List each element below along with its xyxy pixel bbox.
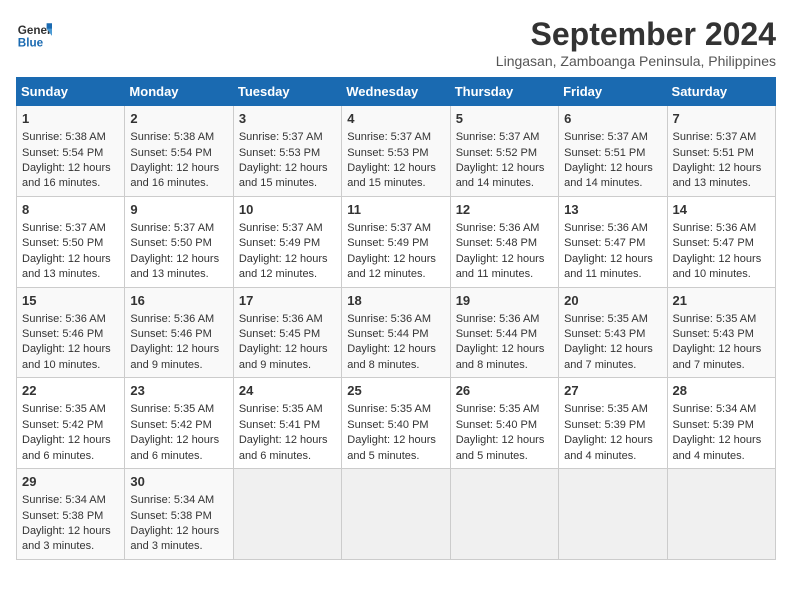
calendar-cell-8: 8Sunrise: 5:37 AMSunset: 5:50 PMDaylight… — [17, 196, 125, 287]
calendar-cell-empty — [342, 469, 450, 560]
calendar-cell-12: 12Sunrise: 5:36 AMSunset: 5:48 PMDayligh… — [450, 196, 558, 287]
day-number: 14 — [673, 201, 770, 219]
col-header-tuesday: Tuesday — [233, 78, 341, 106]
calendar-week-4: 22Sunrise: 5:35 AMSunset: 5:42 PMDayligh… — [17, 378, 776, 469]
day-number: 30 — [130, 473, 227, 491]
title-area: September 2024 Lingasan, Zamboanga Penin… — [496, 16, 776, 69]
calendar-cell-11: 11Sunrise: 5:37 AMSunset: 5:49 PMDayligh… — [342, 196, 450, 287]
day-number: 9 — [130, 201, 227, 219]
calendar-week-5: 29Sunrise: 5:34 AMSunset: 5:38 PMDayligh… — [17, 469, 776, 560]
calendar-cell-24: 24Sunrise: 5:35 AMSunset: 5:41 PMDayligh… — [233, 378, 341, 469]
day-number: 17 — [239, 292, 336, 310]
calendar-cell-16: 16Sunrise: 5:36 AMSunset: 5:46 PMDayligh… — [125, 287, 233, 378]
day-number: 23 — [130, 382, 227, 400]
calendar-week-2: 8Sunrise: 5:37 AMSunset: 5:50 PMDaylight… — [17, 196, 776, 287]
location: Lingasan, Zamboanga Peninsula, Philippin… — [496, 53, 776, 69]
calendar-cell-2: 2Sunrise: 5:38 AMSunset: 5:54 PMDaylight… — [125, 106, 233, 197]
calendar-cell-18: 18Sunrise: 5:36 AMSunset: 5:44 PMDayligh… — [342, 287, 450, 378]
calendar-cell-1: 1Sunrise: 5:38 AMSunset: 5:54 PMDaylight… — [17, 106, 125, 197]
calendar-cell-empty — [450, 469, 558, 560]
day-number: 4 — [347, 110, 444, 128]
calendar-cell-13: 13Sunrise: 5:36 AMSunset: 5:47 PMDayligh… — [559, 196, 667, 287]
col-header-sunday: Sunday — [17, 78, 125, 106]
day-number: 6 — [564, 110, 661, 128]
calendar-cell-empty — [559, 469, 667, 560]
calendar-week-1: 1Sunrise: 5:38 AMSunset: 5:54 PMDaylight… — [17, 106, 776, 197]
day-number: 20 — [564, 292, 661, 310]
calendar-cell-23: 23Sunrise: 5:35 AMSunset: 5:42 PMDayligh… — [125, 378, 233, 469]
calendar-cell-28: 28Sunrise: 5:34 AMSunset: 5:39 PMDayligh… — [667, 378, 775, 469]
calendar-week-3: 15Sunrise: 5:36 AMSunset: 5:46 PMDayligh… — [17, 287, 776, 378]
col-header-thursday: Thursday — [450, 78, 558, 106]
day-number: 3 — [239, 110, 336, 128]
col-header-wednesday: Wednesday — [342, 78, 450, 106]
calendar-cell-6: 6Sunrise: 5:37 AMSunset: 5:51 PMDaylight… — [559, 106, 667, 197]
calendar-cell-14: 14Sunrise: 5:36 AMSunset: 5:47 PMDayligh… — [667, 196, 775, 287]
calendar-cell-26: 26Sunrise: 5:35 AMSunset: 5:40 PMDayligh… — [450, 378, 558, 469]
day-number: 7 — [673, 110, 770, 128]
calendar-cell-empty — [233, 469, 341, 560]
day-number: 29 — [22, 473, 119, 491]
header-row: SundayMondayTuesdayWednesdayThursdayFrid… — [17, 78, 776, 106]
calendar-cell-22: 22Sunrise: 5:35 AMSunset: 5:42 PMDayligh… — [17, 378, 125, 469]
day-number: 15 — [22, 292, 119, 310]
day-number: 25 — [347, 382, 444, 400]
day-number: 28 — [673, 382, 770, 400]
calendar-cell-10: 10Sunrise: 5:37 AMSunset: 5:49 PMDayligh… — [233, 196, 341, 287]
calendar-cell-15: 15Sunrise: 5:36 AMSunset: 5:46 PMDayligh… — [17, 287, 125, 378]
day-number: 26 — [456, 382, 553, 400]
col-header-friday: Friday — [559, 78, 667, 106]
calendar-cell-9: 9Sunrise: 5:37 AMSunset: 5:50 PMDaylight… — [125, 196, 233, 287]
day-number: 8 — [22, 201, 119, 219]
day-number: 24 — [239, 382, 336, 400]
calendar-cell-17: 17Sunrise: 5:36 AMSunset: 5:45 PMDayligh… — [233, 287, 341, 378]
calendar-cell-empty — [667, 469, 775, 560]
day-number: 16 — [130, 292, 227, 310]
calendar-cell-20: 20Sunrise: 5:35 AMSunset: 5:43 PMDayligh… — [559, 287, 667, 378]
calendar-cell-7: 7Sunrise: 5:37 AMSunset: 5:51 PMDaylight… — [667, 106, 775, 197]
col-header-saturday: Saturday — [667, 78, 775, 106]
calendar-cell-3: 3Sunrise: 5:37 AMSunset: 5:53 PMDaylight… — [233, 106, 341, 197]
day-number: 2 — [130, 110, 227, 128]
calendar-cell-5: 5Sunrise: 5:37 AMSunset: 5:52 PMDaylight… — [450, 106, 558, 197]
calendar-table: SundayMondayTuesdayWednesdayThursdayFrid… — [16, 77, 776, 560]
calendar-cell-21: 21Sunrise: 5:35 AMSunset: 5:43 PMDayligh… — [667, 287, 775, 378]
day-number: 11 — [347, 201, 444, 219]
logo: General Blue — [16, 16, 52, 52]
calendar-cell-4: 4Sunrise: 5:37 AMSunset: 5:53 PMDaylight… — [342, 106, 450, 197]
day-number: 18 — [347, 292, 444, 310]
day-number: 5 — [456, 110, 553, 128]
col-header-monday: Monday — [125, 78, 233, 106]
page-header: General Blue September 2024 Lingasan, Za… — [16, 16, 776, 69]
day-number: 22 — [22, 382, 119, 400]
calendar-cell-19: 19Sunrise: 5:36 AMSunset: 5:44 PMDayligh… — [450, 287, 558, 378]
day-number: 13 — [564, 201, 661, 219]
day-number: 19 — [456, 292, 553, 310]
logo-icon: General Blue — [16, 16, 52, 52]
calendar-cell-27: 27Sunrise: 5:35 AMSunset: 5:39 PMDayligh… — [559, 378, 667, 469]
calendar-cell-30: 30Sunrise: 5:34 AMSunset: 5:38 PMDayligh… — [125, 469, 233, 560]
day-number: 1 — [22, 110, 119, 128]
calendar-cell-25: 25Sunrise: 5:35 AMSunset: 5:40 PMDayligh… — [342, 378, 450, 469]
day-number: 21 — [673, 292, 770, 310]
day-number: 27 — [564, 382, 661, 400]
day-number: 12 — [456, 201, 553, 219]
svg-text:Blue: Blue — [18, 37, 44, 50]
day-number: 10 — [239, 201, 336, 219]
month-title: September 2024 — [496, 16, 776, 53]
calendar-cell-29: 29Sunrise: 5:34 AMSunset: 5:38 PMDayligh… — [17, 469, 125, 560]
